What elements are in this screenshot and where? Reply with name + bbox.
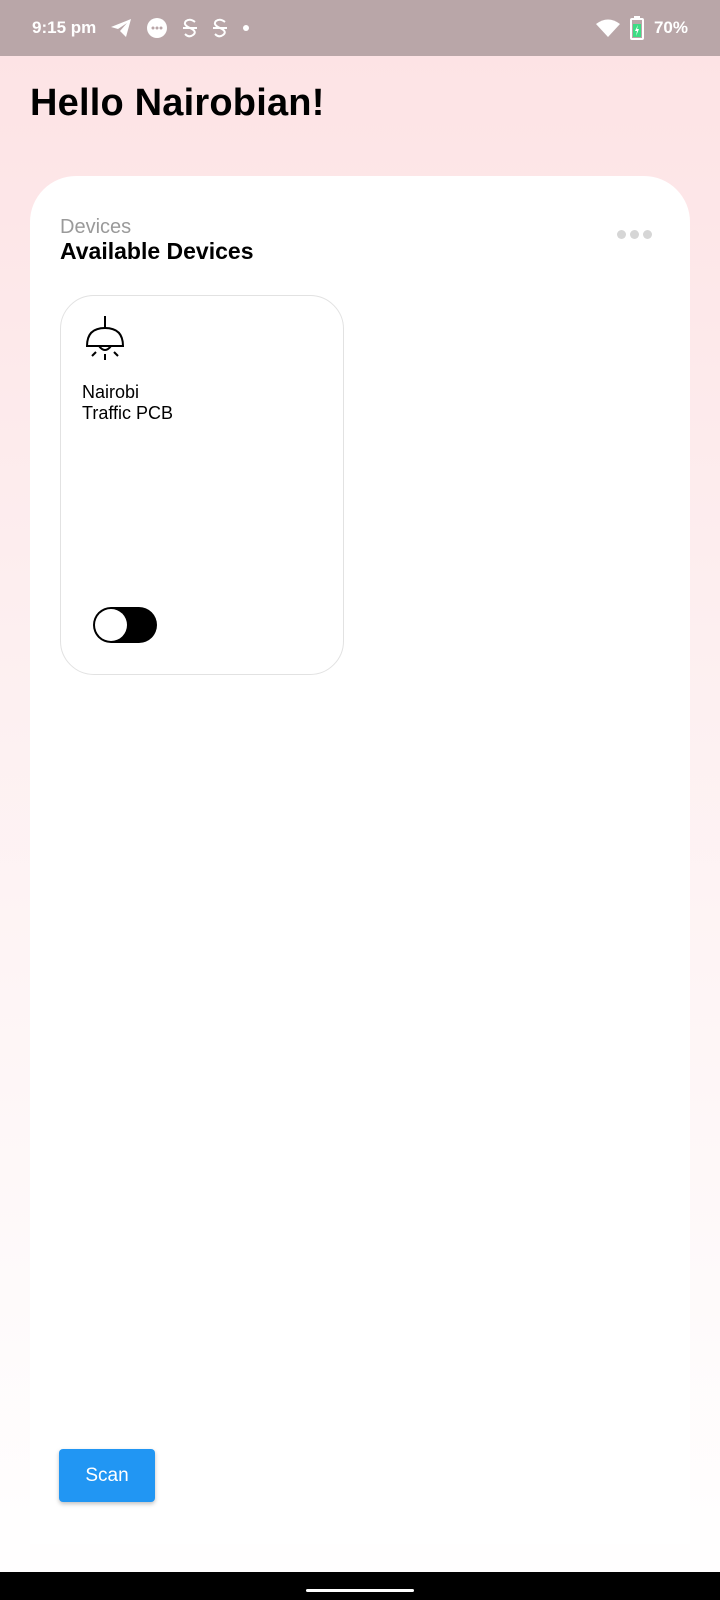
status-time: 9:15 pm xyxy=(32,18,97,37)
more-options-icon[interactable] xyxy=(613,226,656,243)
greeting-title: Hello Nairobian! xyxy=(30,82,325,124)
more-dot xyxy=(630,230,639,239)
battery-charging-icon xyxy=(629,16,644,40)
s-app-icon xyxy=(212,18,228,38)
device-card[interactable]: Nairobi Traffic PCB xyxy=(60,295,344,675)
dot-icon xyxy=(242,24,250,32)
status-bar: 9:15 pm 70% xyxy=(0,0,720,56)
messages-icon xyxy=(146,17,168,39)
devices-panel: Devices Available Devices Nairobi Traffi… xyxy=(30,176,690,1544)
scan-button[interactable]: Scan xyxy=(59,1449,155,1502)
telegram-icon xyxy=(110,18,132,38)
battery-percent: 70% xyxy=(653,18,688,37)
status-left: 9:15 pm xyxy=(32,17,250,39)
device-name: Nairobi Traffic PCB xyxy=(82,382,174,423)
ceiling-lamp-icon xyxy=(83,314,127,367)
more-dot xyxy=(617,230,626,239)
wifi-icon xyxy=(595,19,620,37)
more-dot xyxy=(643,230,652,239)
s-app-icon xyxy=(182,18,198,38)
section-label: Devices xyxy=(60,216,132,238)
home-indicator[interactable] xyxy=(306,1589,414,1592)
status-right: 70% xyxy=(595,16,688,40)
switch-knob xyxy=(95,609,127,641)
navigation-bar xyxy=(0,1572,720,1600)
device-power-switch[interactable] xyxy=(93,607,157,643)
section-title: Available Devices xyxy=(60,238,254,264)
